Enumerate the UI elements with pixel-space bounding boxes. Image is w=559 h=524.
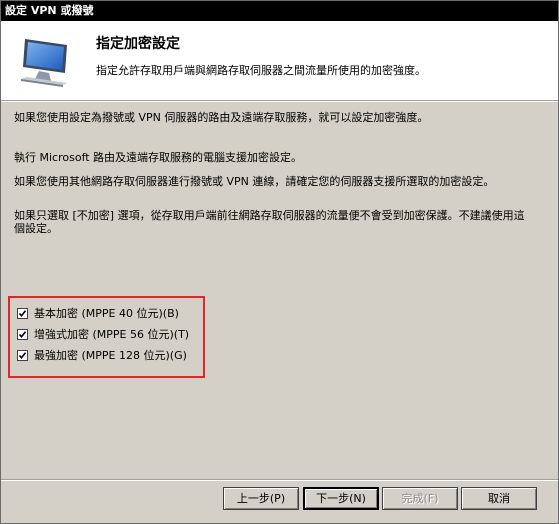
wizard-header: 指定加密設定 指定允許存取用戶端與網路存取伺服器之間流量所使用的加密強度。 — [1, 21, 558, 101]
monitor-icon — [15, 33, 75, 89]
header-divider — [1, 101, 558, 102]
description-paragraph-3: 如果您使用其他網路存取伺服器進行撥號或 VPN 連線，請確定您的伺服器支援所選取… — [14, 175, 495, 188]
back-button[interactable]: 上一步(P) — [223, 487, 299, 510]
strong-encryption-checkbox[interactable]: 增強式加密 (MPPE 56 位元)(T) — [17, 326, 189, 342]
next-button[interactable]: 下一步(N) — [303, 487, 379, 510]
dialog-window: 設定 VPN 或撥號 指定加密設定 指定允許存取用戶端與網路存取伺服器之間流量所… — [0, 0, 559, 524]
header-subtitle: 指定允許存取用戶端與網路存取伺服器之間流量所使用的加密強度。 — [96, 64, 426, 77]
description-paragraph-2: 執行 Microsoft 路由及遠端存取服務的電腦支援加密設定。 — [14, 151, 303, 164]
checkbox-checked-icon[interactable] — [17, 328, 28, 340]
description-paragraph-1: 如果您使用設定為撥號或 VPN 伺服器的路由及遠端存取服務，就可以設定加密強度。 — [14, 111, 429, 124]
strongest-encryption-label: 最強加密 (MPPE 128 位元)(G) — [34, 349, 187, 362]
footer-divider — [1, 479, 558, 481]
checkbox-checked-icon[interactable] — [17, 349, 28, 361]
header-title: 指定加密設定 — [96, 36, 180, 52]
checkbox-checked-icon[interactable] — [17, 307, 28, 319]
strongest-encryption-checkbox[interactable]: 最強加密 (MPPE 128 位元)(G) — [17, 347, 187, 363]
basic-encryption-checkbox[interactable]: 基本加密 (MPPE 40 位元)(B) — [17, 305, 179, 321]
title-bar: 設定 VPN 或撥號 — [1, 1, 558, 21]
finish-button[interactable]: 完成(F) — [382, 487, 458, 510]
description-paragraph-4: 如果只選取 [不加密] 選項，從存取用戶端前往網路存取伺服器的流量便不會受到加密… — [14, 209, 525, 235]
window-title: 設定 VPN 或撥號 — [5, 4, 94, 17]
basic-encryption-label: 基本加密 (MPPE 40 位元)(B) — [34, 307, 179, 320]
cancel-button[interactable]: 取消 — [461, 487, 537, 510]
strong-encryption-label: 增強式加密 (MPPE 56 位元)(T) — [34, 328, 190, 341]
